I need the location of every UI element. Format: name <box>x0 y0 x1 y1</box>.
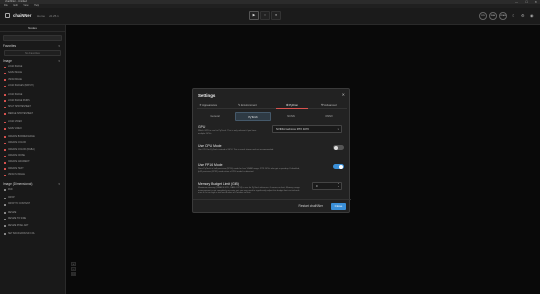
version-label: v0.25.1 <box>49 14 59 18</box>
gpu-setting: GPU Which GPU to use for PyTorch. This i… <box>198 125 346 144</box>
breadcrumb-home[interactable]: Home <box>37 14 45 18</box>
node-item[interactable]: VIEW IN IMAGE <box>4 172 61 178</box>
subtab-pytorch[interactable]: PyTorch <box>235 112 271 121</box>
node-item[interactable]: MERGE SPRITESHEET <box>4 111 61 117</box>
cpu-mode-setting: Use CPU Mode Use CPU for PyTorch instead… <box>198 144 346 163</box>
chevron-down-icon: ▾ <box>337 128 339 131</box>
tab-python[interactable]: ⚙ Python <box>276 102 308 109</box>
settings-content: GPU Which GPU to use for PyTorch. This i… <box>198 125 346 201</box>
fp16-description: Runs PyTorch in half-precision (FP16) mo… <box>198 168 300 173</box>
tab-environment[interactable]: ✎ Environment <box>238 102 257 109</box>
sidebar-tab-nodes[interactable]: Nodes <box>0 25 65 32</box>
favorites-section[interactable]: Favorites ▾ <box>0 43 65 49</box>
app-logo-icon <box>5 13 10 18</box>
fp16-setting: Use FP16 Mode Runs PyTorch in half-preci… <box>198 163 346 182</box>
menu-edit[interactable]: Edit <box>14 4 18 7</box>
menu-help[interactable]: Help <box>34 4 39 7</box>
gpu-description: Which GPU to use for PyTorch. This is on… <box>198 130 257 135</box>
python-subtabs: General PyTorch NCNN ONNX <box>197 112 347 121</box>
dialog-close-icon[interactable]: ✕ <box>342 92 345 97</box>
node-item[interactable]: CROP TO CONTENT <box>4 201 61 207</box>
run-button[interactable]: ▶ <box>249 11 259 20</box>
cpu-usage-gauge: CPU <box>479 12 487 20</box>
subtab-ncnn[interactable]: NCNN <box>273 112 309 121</box>
app-name: chaiNNer <box>13 13 32 18</box>
no-favorites-box: No Favorites <box>4 50 61 56</box>
memory-budget-input[interactable]: 0 ▴ ▾ <box>312 182 342 190</box>
restart-button[interactable]: Restart chaiNNer <box>299 204 323 208</box>
memory-budget-label: Memory Budget Limit (GiB) <box>198 182 239 186</box>
subtab-onnx[interactable]: ONNX <box>311 112 347 121</box>
tab-advanced[interactable]: ⚒ Advanced <box>321 102 337 109</box>
cpu-mode-label: Use CPU Mode <box>198 144 222 148</box>
tab-appearance[interactable]: ☀ Appearance <box>199 102 217 109</box>
node-item[interactable]: RESIZE PIXEL ART <box>4 223 61 229</box>
node-search-input[interactable] <box>3 35 62 41</box>
subtab-general[interactable]: General <box>197 112 233 121</box>
settings-dialog: Settings ✕ ☀ Appearance ✎ Environment ⚙ … <box>192 88 351 213</box>
node-item[interactable]: LOAD IMAGES (BATCH) <box>4 83 61 89</box>
menu-file[interactable]: File <box>4 4 8 7</box>
pause-button[interactable]: ⏸ <box>260 11 270 20</box>
dialog-title: Settings <box>198 93 216 98</box>
stop-button[interactable]: ■ <box>271 11 281 20</box>
theme-icon[interactable]: ☾ <box>512 13 516 18</box>
window-title: chaiNNer - Untitled <box>5 0 27 3</box>
vram-usage-gauge: VRAM <box>499 12 507 20</box>
settings-tabs: ☀ Appearance ✎ Environment ⚙ Python ⚒ Ad… <box>197 102 347 109</box>
pencil-icon: ✎ <box>238 103 241 107</box>
gpu-select[interactable]: NVIDIA GeForce RTX 4070 ▾ <box>272 125 342 133</box>
memory-budget-description: Maximum memory (VRAM if GPU, RAM if CPU)… <box>198 187 300 195</box>
node-item[interactable]: SET BACKGROUND COL <box>4 231 61 237</box>
settings-gear-icon[interactable]: ⚙ <box>521 13 525 18</box>
app-header: chaiNNer Home v0.25.1 ▶ ⏸ ■ CPU RAM VRAM… <box>0 8 540 25</box>
node-sidebar: Nodes Favorites ▾ No Favorites Image ▾ LOA… <box>0 25 66 294</box>
node-item[interactable]: SAVE VIDEO <box>4 126 61 132</box>
cpu-mode-toggle[interactable] <box>333 145 344 150</box>
fp16-toggle[interactable] <box>333 164 344 169</box>
stepper-icon: ▴ ▾ <box>337 183 339 189</box>
ram-usage-gauge: RAM <box>489 12 497 20</box>
menu-view[interactable]: View <box>23 4 28 7</box>
gpu-label: GPU <box>198 125 206 129</box>
github-icon[interactable]: ◉ <box>530 13 534 18</box>
dialog-footer: Restart chaiNNer Close <box>193 199 351 212</box>
cpu-mode-description: Use CPU for PyTorch instead of GPU. This… <box>198 149 274 151</box>
fp16-label: Use FP16 Mode <box>198 163 223 167</box>
node-item[interactable]: PAD <box>4 187 61 193</box>
close-button[interactable]: Close <box>331 203 346 210</box>
